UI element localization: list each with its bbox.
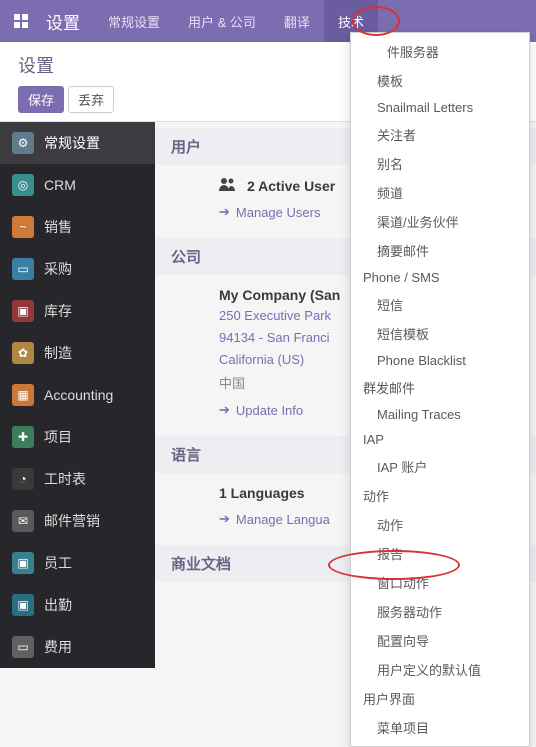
sidebar-icon: ⚙ bbox=[12, 132, 34, 154]
app-title: 设置 bbox=[42, 9, 94, 34]
sidebar-icon: ◔ bbox=[12, 468, 34, 490]
sidebar-icon: ▭ bbox=[12, 258, 34, 280]
dd-head-act: 动作 bbox=[351, 481, 529, 510]
sidebar-label: 采购 bbox=[44, 259, 72, 279]
dd-item-i4-4[interactable]: 配置向导 bbox=[351, 626, 529, 655]
dd-item-i1-2[interactable]: Phone Blacklist bbox=[351, 348, 529, 373]
sidebar-icon: ▦ bbox=[12, 384, 34, 406]
sidebar-label: 销售 bbox=[44, 217, 72, 237]
dd-item-i4-2[interactable]: 窗口动作 bbox=[351, 568, 529, 597]
dd-item-i0-4[interactable]: 频道 bbox=[351, 178, 529, 207]
sidebar-label: Accounting bbox=[44, 387, 113, 403]
sidebar-icon: ▣ bbox=[12, 552, 34, 574]
sidebar-icon: ▣ bbox=[12, 300, 34, 322]
update-info-link[interactable]: ➔ Update Info bbox=[219, 402, 303, 418]
sidebar-item-11[interactable]: ▣ 出勤 bbox=[0, 584, 155, 626]
sidebar-item-5[interactable]: ✿ 制造 bbox=[0, 332, 155, 374]
sidebar-item-7[interactable]: ✚ 项目 bbox=[0, 416, 155, 458]
sidebar-label: 项目 bbox=[44, 427, 72, 447]
sidebar-item-2[interactable]: ~ 销售 bbox=[0, 206, 155, 248]
dd-item-i0-0[interactable]: 模板 bbox=[351, 66, 529, 95]
manage-lang-link[interactable]: ➔ Manage Langua bbox=[219, 511, 330, 527]
sidebar-item-10[interactable]: ▣ 员工 bbox=[0, 542, 155, 584]
sidebar-label: 库存 bbox=[44, 301, 72, 321]
sidebar-label: 工时表 bbox=[44, 469, 86, 489]
dd-item-i0-6[interactable]: 摘要邮件 bbox=[351, 236, 529, 265]
sidebar-label: 邮件营销 bbox=[44, 511, 100, 531]
sidebar-label: 员工 bbox=[44, 553, 72, 573]
dd-item-i1-0[interactable]: 短信 bbox=[351, 290, 529, 319]
dd-item-i0-5[interactable]: 渠道/业务伙伴 bbox=[351, 207, 529, 236]
dd-item-i5-0[interactable]: 菜单项目 bbox=[351, 713, 529, 742]
sidebar-label: 出勤 bbox=[44, 595, 72, 615]
dd-head-iap: IAP bbox=[351, 427, 529, 452]
dd-item-i1-1[interactable]: 短信模板 bbox=[351, 319, 529, 348]
users-icon bbox=[219, 177, 237, 194]
manage-users-link[interactable]: ➔ Manage Users bbox=[219, 204, 320, 220]
dd-item-i4-0[interactable]: 动作 bbox=[351, 510, 529, 539]
sidebar-icon: ◎ bbox=[12, 174, 34, 196]
sidebar-label: CRM bbox=[44, 177, 76, 193]
sidebar-label: 费用 bbox=[44, 637, 72, 657]
arrow-icon: ➔ bbox=[219, 204, 230, 220]
sidebar-item-8[interactable]: ◔ 工时表 bbox=[0, 458, 155, 500]
tab-users[interactable]: 用户 & 公司 bbox=[174, 0, 270, 42]
sidebar-item-3[interactable]: ▭ 采购 bbox=[0, 248, 155, 290]
dd-head-srv: ㅤㅤ件服务器 bbox=[351, 37, 529, 66]
sidebar-item-12[interactable]: ▭ 费用 bbox=[0, 626, 155, 668]
tech-dropdown: ㅤㅤ件服务器模板Snailmail Letters关注者别名频道渠道/业务伙伴摘… bbox=[350, 32, 530, 747]
sidebar-item-9[interactable]: ✉ 邮件营销 bbox=[0, 500, 155, 542]
sidebar-item-0[interactable]: ⚙ 常规设置 bbox=[0, 122, 155, 164]
sidebar: ⚙ 常规设置 ◎ CRM ~ 销售 ▭ 采购 ▣ 库存 ✿ 制造 ▦ Accounting ✚ 项目 ◔ 工时表 ✉… bbox=[0, 122, 155, 668]
sidebar-icon: ▣ bbox=[12, 594, 34, 616]
arrow-icon: ➔ bbox=[219, 402, 230, 418]
sidebar-label: 常规设置 bbox=[44, 133, 100, 153]
sidebar-item-6[interactable]: ▦ Accounting bbox=[0, 374, 155, 416]
sidebar-icon: ~ bbox=[12, 216, 34, 238]
dd-item-i2-0[interactable]: Mailing Traces bbox=[351, 402, 529, 427]
dd-item-i4-1[interactable]: 报告 bbox=[351, 539, 529, 568]
save-button[interactable]: 保存 bbox=[18, 86, 64, 113]
dd-head-mass: 群发邮件 bbox=[351, 373, 529, 402]
sidebar-item-1[interactable]: ◎ CRM bbox=[0, 164, 155, 206]
sidebar-icon: ✚ bbox=[12, 426, 34, 448]
manage-lang-label: Manage Langua bbox=[236, 512, 330, 527]
dd-item-i3-0[interactable]: IAP 账户 bbox=[351, 452, 529, 481]
tab-translate[interactable]: 翻译 bbox=[270, 0, 324, 42]
dd-item-i0-2[interactable]: 关注者 bbox=[351, 120, 529, 149]
discard-button[interactable]: 丢弃 bbox=[68, 86, 114, 113]
sidebar-label: 制造 bbox=[44, 343, 72, 363]
apps-icon[interactable] bbox=[0, 0, 42, 42]
dd-item-i0-3[interactable]: 别名 bbox=[351, 149, 529, 178]
sidebar-icon: ✿ bbox=[12, 342, 34, 364]
sidebar-icon: ✉ bbox=[12, 510, 34, 532]
dd-head-ui: 用户界面 bbox=[351, 684, 529, 713]
sidebar-item-4[interactable]: ▣ 库存 bbox=[0, 290, 155, 332]
tab-general[interactable]: 常规设置 bbox=[94, 0, 174, 42]
top-tabs: 常规设置 用户 & 公司 翻译 技术 bbox=[94, 0, 378, 42]
users-count: 2 Active User bbox=[247, 178, 335, 194]
update-info-label: Update Info bbox=[236, 403, 303, 418]
manage-users-label: Manage Users bbox=[236, 205, 321, 220]
dd-item-i4-5[interactable]: 用户定义的默认值 bbox=[351, 655, 529, 684]
dd-item-i0-1[interactable]: Snailmail Letters bbox=[351, 95, 529, 120]
dd-head-phone: Phone / SMS bbox=[351, 265, 529, 290]
dd-item-i4-3[interactable]: 服务器动作 bbox=[351, 597, 529, 626]
arrow-icon: ➔ bbox=[219, 511, 230, 527]
sidebar-icon: ▭ bbox=[12, 636, 34, 658]
